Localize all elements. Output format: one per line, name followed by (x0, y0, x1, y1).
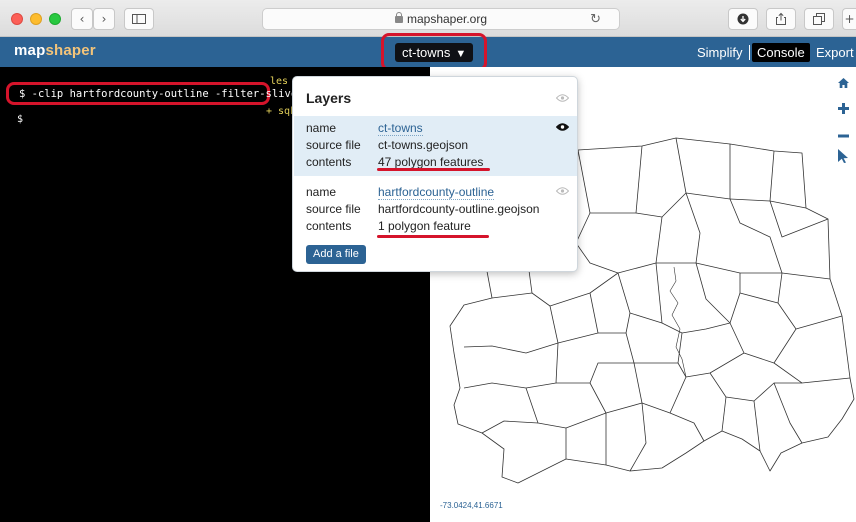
zoom-out-icon[interactable] (836, 126, 850, 140)
eye-icon[interactable] (556, 187, 569, 195)
layer-row[interactable]: name source file contents hartfordcounty… (294, 180, 577, 240)
source-file-label: source file (306, 138, 361, 152)
eye-icon[interactable] (556, 123, 569, 131)
tabs-overview-button[interactable] (804, 8, 834, 30)
layer-contents: 1 polygon feature (378, 219, 471, 233)
minimize-window-button[interactable] (30, 13, 42, 25)
mapshaper-logo: mapshaper (14, 42, 96, 59)
layers-popup: Layers name source file contents ct-town… (292, 76, 578, 272)
add-file-button[interactable]: Add a file (306, 245, 366, 264)
console-button[interactable]: Console (752, 43, 810, 62)
address-bar[interactable]: mapshaper.org ↻ (262, 8, 620, 30)
zoom-in-icon[interactable] (836, 102, 850, 116)
source-file-label: source file (306, 202, 361, 216)
name-label: name (306, 121, 337, 135)
name-label: name (306, 185, 337, 199)
downloads-button[interactable] (728, 8, 758, 30)
plus-icon: + (844, 12, 855, 26)
nav-divider (749, 45, 750, 60)
download-icon (737, 13, 749, 25)
browser-toolbar: ‹ › mapshaper.org ↻ + (0, 0, 856, 37)
layer-row[interactable]: name source file contents ct-towns ct-to… (294, 116, 577, 176)
back-button[interactable]: ‹ (71, 8, 93, 30)
highlight-underline (377, 168, 490, 171)
reload-icon[interactable]: ↻ (590, 9, 601, 29)
share-button[interactable] (766, 8, 796, 30)
eye-icon[interactable] (556, 94, 569, 102)
tabs-icon (813, 13, 825, 25)
zoom-window-button[interactable] (49, 13, 61, 25)
layer-contents: 47 polygon features (378, 155, 484, 169)
highlight-underline (377, 235, 489, 238)
sidebar-icon (132, 14, 146, 24)
url-text: mapshaper.org (406, 12, 488, 26)
contents-label: contents (306, 155, 352, 169)
app-header: mapshaper ct-towns ▼ Simplify Console Exp… (0, 33, 856, 71)
lock-icon (394, 12, 403, 23)
console-command-highlight: $ -clip hartfordcounty-outline -filter-s… (6, 82, 310, 105)
pointer-icon[interactable] (836, 149, 850, 165)
layers-popup-title: Layers (306, 90, 352, 106)
simplify-button[interactable]: Simplify (697, 43, 743, 62)
layer-menu-button[interactable]: ct-towns ▼ (395, 43, 474, 62)
new-tab-button[interactable]: + (842, 8, 856, 30)
console-prompt[interactable]: $ (17, 114, 23, 125)
layer-source-file: hartfordcounty-outline.geojson (378, 202, 540, 216)
back-icon: ‹ (79, 12, 85, 26)
forward-icon: › (101, 12, 107, 26)
sidebar-toggle-button[interactable] (124, 8, 154, 30)
layer-name-link[interactable]: ct-towns (378, 121, 423, 136)
layer-name-link[interactable]: hartfordcounty-outline (378, 185, 495, 200)
close-window-button[interactable] (11, 13, 23, 25)
home-icon[interactable] (836, 76, 850, 90)
contents-label: contents (306, 219, 352, 233)
coordinate-readout: -73.0424,41.6671 (440, 501, 503, 510)
share-icon (776, 12, 786, 25)
layer-source-file: ct-towns.geojson (378, 138, 469, 152)
console-command: $ -clip hartfordcounty-outline -filter-s… (19, 88, 310, 100)
triangle-down-icon: ▼ (455, 48, 467, 60)
layer-menu-label: ct-towns (402, 45, 451, 60)
forward-button[interactable]: › (93, 8, 115, 30)
export-button[interactable]: Export (816, 43, 854, 62)
